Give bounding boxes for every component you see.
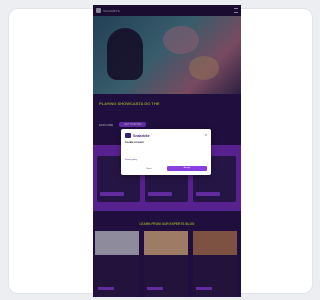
reject-button[interactable]: Reject (141, 167, 157, 171)
cookie-consent-dialog: Snakebite × Cookie consent Privacy polic… (121, 129, 211, 175)
dialog-header: Snakebite (125, 133, 150, 138)
accept-button[interactable]: Accept (167, 166, 207, 171)
privacy-link[interactable]: Privacy policy (125, 159, 137, 161)
dialog-brand: Snakebite (133, 133, 150, 138)
dialog-heading: Cookie consent (125, 141, 144, 144)
logo-icon (125, 133, 131, 138)
close-icon[interactable]: × (205, 132, 207, 137)
